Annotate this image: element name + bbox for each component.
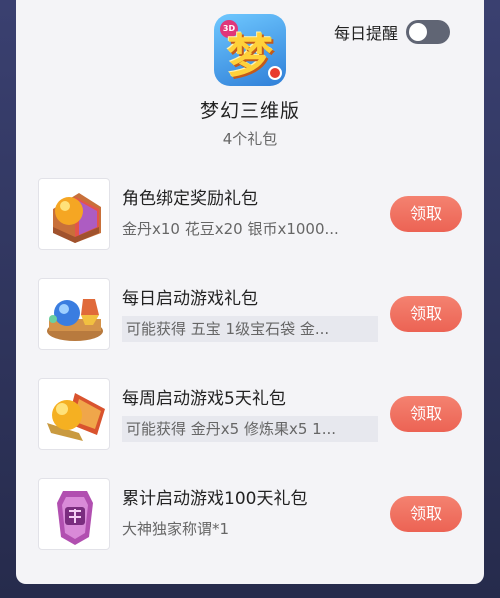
daily-reminder-label: 每日提醒 [334, 24, 399, 43]
netease-mark-icon [268, 66, 282, 80]
gift-title: 每周启动游戏5天礼包 [122, 389, 286, 409]
gift-title: 角色绑定奖励礼包 [122, 189, 258, 209]
title-badge-icon [38, 478, 110, 550]
gift-item: 累计启动游戏100天礼包 大神独家称谓*1 领取 [38, 478, 468, 552]
gift-desc: 可能获得 金丹x5 修炼果x5 1... [122, 416, 378, 442]
app-title: 梦幻三维版 [199, 100, 300, 122]
app-icon: 3D 梦 [214, 14, 286, 86]
toggle-knob [409, 23, 428, 41]
claim-button[interactable]: 领取 [390, 496, 462, 532]
gift-desc: 大神独家称谓*1 [122, 520, 230, 538]
daily-reminder: 每日提醒 [334, 20, 451, 44]
gift-desc: 金丹x10 花豆x20 银币x1000... [122, 220, 339, 238]
gift-title: 每日启动游戏礼包 [122, 289, 258, 309]
claim-button[interactable]: 领取 [390, 196, 462, 232]
gem-treasure-icon [38, 278, 110, 350]
gift-title: 累计启动游戏100天礼包 [122, 489, 308, 509]
golden-peach-scroll-icon [38, 378, 110, 450]
gift-count: 4个礼包 [222, 130, 278, 148]
gift-desc: 可能获得 五宝 1级宝石袋 金... [122, 316, 378, 342]
gift-item: 每日启动游戏礼包 可能获得 五宝 1级宝石袋 金... 领取 [38, 278, 468, 352]
gift-panel: 3D 梦 每日提醒 梦幻三维版 4个礼包 角色绑定奖励礼包 金丹x10 花豆x2… [16, 0, 484, 584]
gift-item: 角色绑定奖励礼包 金丹x10 花豆x20 银币x1000... 领取 [38, 178, 468, 252]
peach-treasure-chest-icon [38, 178, 110, 250]
claim-button[interactable]: 领取 [390, 296, 462, 332]
daily-reminder-toggle[interactable] [406, 20, 451, 44]
claim-button[interactable]: 领取 [390, 396, 462, 432]
gift-item: 每周启动游戏5天礼包 可能获得 金丹x5 修炼果x5 1... 领取 [38, 378, 468, 452]
